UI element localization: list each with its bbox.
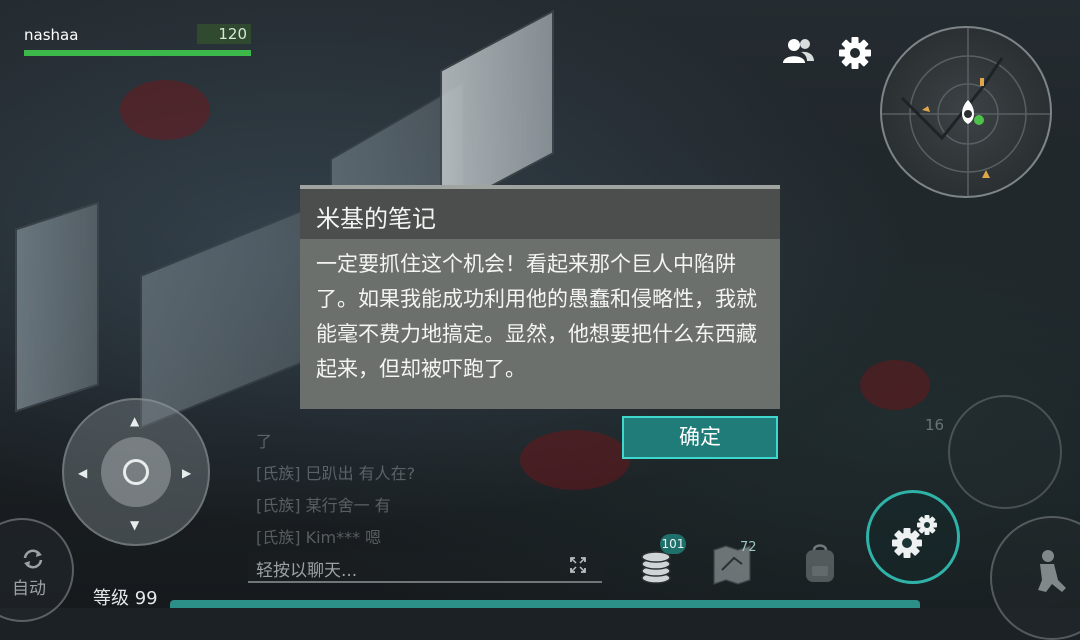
player-health-value: 120 (197, 24, 251, 44)
chat-message: [氏族] Kim*** 嗯 (256, 528, 382, 547)
arrow-down-icon: ▼ (130, 518, 140, 532)
chat-message: [氏族] 某行舍一 有 (256, 496, 391, 515)
weapon-slot[interactable] (948, 395, 1062, 509)
health-bar (24, 50, 251, 56)
dialog-body: 一定要抓住这个机会！看起来那个巨人中陷阱了。如果我能成功利用他的愚蠢和侵略性，我… (300, 239, 780, 409)
fence-panel (15, 201, 99, 413)
gear-icon[interactable] (838, 36, 872, 70)
fence-panel (140, 204, 314, 430)
dialog-title: 米基的笔记 (316, 205, 436, 233)
chat-placeholder: 轻按以聊天... (256, 561, 358, 581)
backpack-icon[interactable] (802, 542, 838, 584)
auto-label: 自动 (12, 579, 46, 599)
arrow-right-icon: ▶ (182, 466, 192, 480)
player-level: 等级 99 (93, 588, 158, 609)
fence-sign (440, 9, 554, 215)
map-count: 72 (740, 540, 757, 555)
chat-message: 了 (256, 432, 273, 451)
blood-splatter (860, 360, 930, 410)
movement-joystick[interactable]: ▲ ▼ ◀ ▶ (62, 398, 210, 546)
dialog-header: 米基的笔记 (300, 189, 780, 239)
players-icon[interactable] (782, 36, 814, 66)
arrow-left-icon: ◀ (78, 466, 88, 480)
dialog-text: 一定要抓住这个机会！看起来那个巨人中陷阱了。如果我能成功利用他的愚蠢和侵略性，我… (316, 252, 757, 381)
minimap[interactable] (880, 26, 1052, 198)
player-name: nashaa (24, 26, 79, 44)
chat-message: [氏族] 巳趴出 有人在? (256, 464, 416, 483)
blood-splatter (520, 430, 630, 490)
note-dialog: 米基的笔记 一定要抓住这个机会！看起来那个巨人中陷阱了。如果我能成功利用他的愚蠢… (300, 185, 780, 409)
joystick-center-ring (123, 459, 149, 485)
experience-bar (170, 600, 920, 608)
refresh-icon (20, 546, 46, 572)
coins-count: 101 (660, 534, 686, 554)
ammo-count: 16 (925, 416, 945, 434)
blood-splatter (120, 80, 210, 140)
confirm-button[interactable]: 确定 (622, 416, 778, 459)
craft-settings-button[interactable] (866, 490, 960, 584)
expand-icon[interactable] (570, 557, 586, 573)
arrow-up-icon: ▲ (130, 414, 140, 428)
chat-input[interactable]: 轻按以聊天... (248, 551, 602, 583)
joystick-knob[interactable] (101, 437, 171, 507)
